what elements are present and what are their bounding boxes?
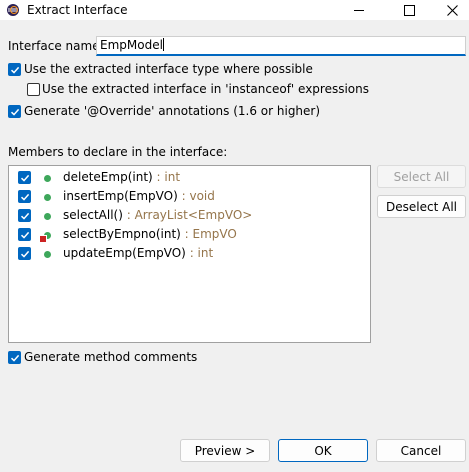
- error-marker-icon: [39, 235, 47, 243]
- members-list[interactable]: deleteEmp(int) : int insertEmp(EmpVO) : …: [8, 165, 371, 343]
- select-all-button[interactable]: Select All: [377, 165, 466, 188]
- generate-comments-checkbox[interactable]: [8, 351, 21, 364]
- checkmark-icon: [20, 250, 29, 258]
- maximize-button[interactable]: [391, 0, 427, 20]
- maximize-icon: [403, 4, 415, 16]
- use-extracted-type-label: Use the extracted interface type where p…: [24, 62, 313, 76]
- member-row[interactable]: insertEmp(EmpVO) : void: [9, 187, 370, 206]
- interface-name-input[interactable]: EmpModel: [96, 36, 466, 56]
- cancel-button[interactable]: Cancel: [376, 439, 466, 462]
- member-checkbox[interactable]: [18, 228, 31, 241]
- generate-comments-label: Generate method comments: [24, 350, 198, 364]
- ok-button[interactable]: OK: [278, 439, 368, 462]
- member-name: updateEmp(EmpVO): [63, 246, 186, 260]
- checkmark-icon: [20, 231, 29, 239]
- member-return-type: : void: [177, 189, 215, 203]
- public-method-icon: [44, 251, 51, 258]
- checkmark-icon: [10, 108, 19, 116]
- member-name: insertEmp(EmpVO): [63, 189, 178, 203]
- member-row[interactable]: selectByEmpno(int) : EmpVO: [9, 225, 370, 244]
- minimize-icon: [354, 10, 364, 11]
- close-button[interactable]: [434, 0, 469, 20]
- preview-button[interactable]: Preview >: [180, 439, 270, 462]
- interface-name-value: EmpModel: [100, 38, 163, 52]
- checkmark-icon: [10, 354, 19, 362]
- member-checkbox[interactable]: [18, 171, 31, 184]
- instanceof-label: Use the extracted interface in 'instance…: [42, 82, 370, 96]
- window-title: Extract Interface: [27, 3, 128, 17]
- member-return-type: : EmpVO: [180, 227, 237, 241]
- public-method-icon: [44, 213, 51, 220]
- member-row[interactable]: updateEmp(EmpVO) : int: [9, 244, 370, 263]
- text-caret: [162, 38, 164, 51]
- member-row[interactable]: deleteEmp(int) : int: [9, 168, 370, 187]
- title-bar: Extract Interface: [0, 0, 469, 20]
- member-return-type: : int: [152, 170, 181, 184]
- member-checkbox[interactable]: [18, 247, 31, 260]
- member-signature: insertEmp(EmpVO) : void: [63, 189, 215, 203]
- checkmark-icon: [20, 212, 29, 220]
- member-return-type: : int: [185, 246, 214, 260]
- instanceof-checkbox[interactable]: [27, 83, 40, 96]
- checkmark-icon: [10, 66, 19, 74]
- member-return-type: : ArrayList<EmpVO>: [122, 208, 253, 222]
- interface-name-label: Interface name:: [8, 39, 104, 53]
- public-method-icon: [44, 175, 51, 182]
- member-checkbox[interactable]: [18, 190, 31, 203]
- checkmark-icon: [20, 193, 29, 201]
- member-row[interactable]: selectAll() : ArrayList<EmpVO>: [9, 206, 370, 225]
- member-name: deleteEmp(int): [63, 170, 153, 184]
- deselect-all-button[interactable]: Deselect All: [377, 195, 466, 218]
- member-name: selectAll(): [63, 208, 123, 222]
- public-method-icon: [44, 194, 51, 201]
- eclipse-app-icon: [7, 4, 19, 16]
- member-signature: updateEmp(EmpVO) : int: [63, 246, 213, 260]
- member-name: selectByEmpno(int): [63, 227, 181, 241]
- checkmark-icon: [20, 174, 29, 182]
- members-label: Members to declare in the interface:: [8, 145, 228, 159]
- use-extracted-type-checkbox[interactable]: [8, 63, 21, 76]
- member-signature: selectByEmpno(int) : EmpVO: [63, 227, 237, 241]
- member-checkbox[interactable]: [18, 209, 31, 222]
- member-signature: deleteEmp(int) : int: [63, 170, 180, 184]
- generate-override-label: Generate '@Override' annotations (1.6 or…: [24, 104, 321, 118]
- minimize-button[interactable]: [341, 0, 377, 20]
- close-icon: [446, 4, 458, 16]
- generate-override-checkbox[interactable]: [8, 105, 21, 118]
- member-signature: selectAll() : ArrayList<EmpVO>: [63, 208, 252, 222]
